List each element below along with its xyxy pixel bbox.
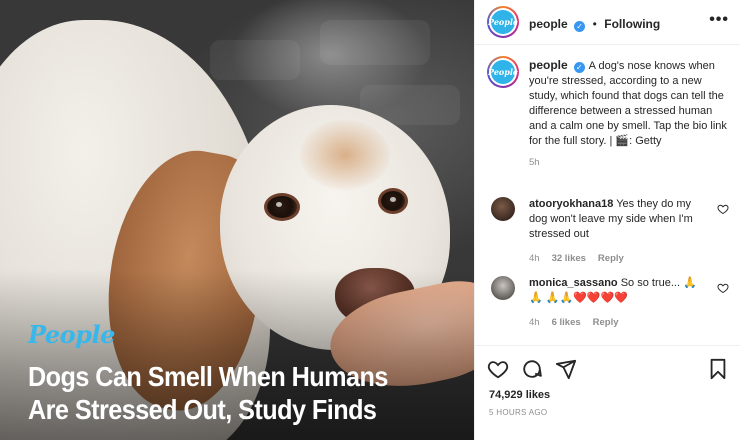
caption-text: people ✓ A dog's nose knows when you're st… xyxy=(529,58,729,170)
commenter-avatar[interactable] xyxy=(491,197,515,221)
commenter-avatar[interactable] xyxy=(491,276,515,300)
comment-username[interactable]: atooryokhana18 xyxy=(529,198,613,210)
following-button[interactable]: Following xyxy=(604,17,660,31)
header-account-line: people ✓ • Following xyxy=(529,15,660,33)
header-separator: • xyxy=(592,17,597,31)
comment-reply-button[interactable]: Reply xyxy=(593,317,619,328)
people-avatar-logo: People xyxy=(488,60,518,84)
caption-username[interactable]: people xyxy=(529,58,568,72)
post-timestamp[interactable]: 5 HOURS AGO xyxy=(489,408,547,417)
comment-time[interactable]: 4h xyxy=(529,317,540,328)
comment-likes[interactable]: 6 likes xyxy=(552,317,581,328)
cobblestone xyxy=(210,40,300,80)
caption-body: A dog's nose knows when you're stressed,… xyxy=(529,60,727,147)
share-icon[interactable] xyxy=(555,358,577,380)
post-header: People people ✓ • Following ••• xyxy=(475,0,740,45)
dog-left-eye xyxy=(264,193,300,221)
dog-right-eye xyxy=(378,188,408,214)
post-likes-count[interactable]: 74,929 likes xyxy=(489,389,550,401)
comment-text: monica_sassano So so true... 🙏🙏 🙏🙏❤️❤️❤️… xyxy=(529,276,709,330)
header-username[interactable]: people xyxy=(529,17,568,31)
comment-time[interactable]: 4h xyxy=(529,253,540,264)
post-actions-bar: 74,929 likes 5 HOURS AGO xyxy=(475,345,740,440)
comment-icon[interactable] xyxy=(521,358,543,380)
verified-badge-icon: ✓ xyxy=(574,21,586,32)
image-headline: Dogs Can Smell When Humans Are Stressed … xyxy=(28,360,424,426)
headline-line-1: Dogs Can Smell When Humans xyxy=(28,361,388,392)
people-avatar-logo: People xyxy=(488,10,518,34)
comment-username[interactable]: monica_sassano xyxy=(529,277,618,289)
post-image[interactable]: People Dogs Can Smell When Humans Are St… xyxy=(0,0,474,440)
people-logo: People xyxy=(28,320,115,349)
comment-like-heart-icon[interactable] xyxy=(717,282,729,294)
headline-line-2: Are Stressed Out, Study Finds xyxy=(28,394,377,425)
heart-icon[interactable] xyxy=(487,358,509,380)
comment-meta: 4h 6 likes Reply xyxy=(529,315,709,330)
cobblestone xyxy=(320,20,430,65)
comment-meta: 4h 32 likes Reply xyxy=(529,251,709,266)
post-sidebar: People people ✓ • Following ••• People p… xyxy=(474,0,740,440)
comment-likes[interactable]: 32 likes xyxy=(552,253,586,264)
verified-badge-icon: ✓ xyxy=(573,62,585,73)
bookmark-icon[interactable] xyxy=(707,358,729,380)
caption-avatar[interactable]: People xyxy=(487,56,519,88)
more-options-icon[interactable]: ••• xyxy=(709,12,729,28)
comment-text: atooryokhana18 Yes they do my dog won't … xyxy=(529,197,709,266)
caption-time[interactable]: 5h xyxy=(529,155,729,170)
comment-like-heart-icon[interactable] xyxy=(717,203,729,215)
dog-forehead-patch xyxy=(300,120,390,190)
comment-reply-button[interactable]: Reply xyxy=(598,253,624,264)
account-avatar[interactable]: People xyxy=(487,6,519,38)
